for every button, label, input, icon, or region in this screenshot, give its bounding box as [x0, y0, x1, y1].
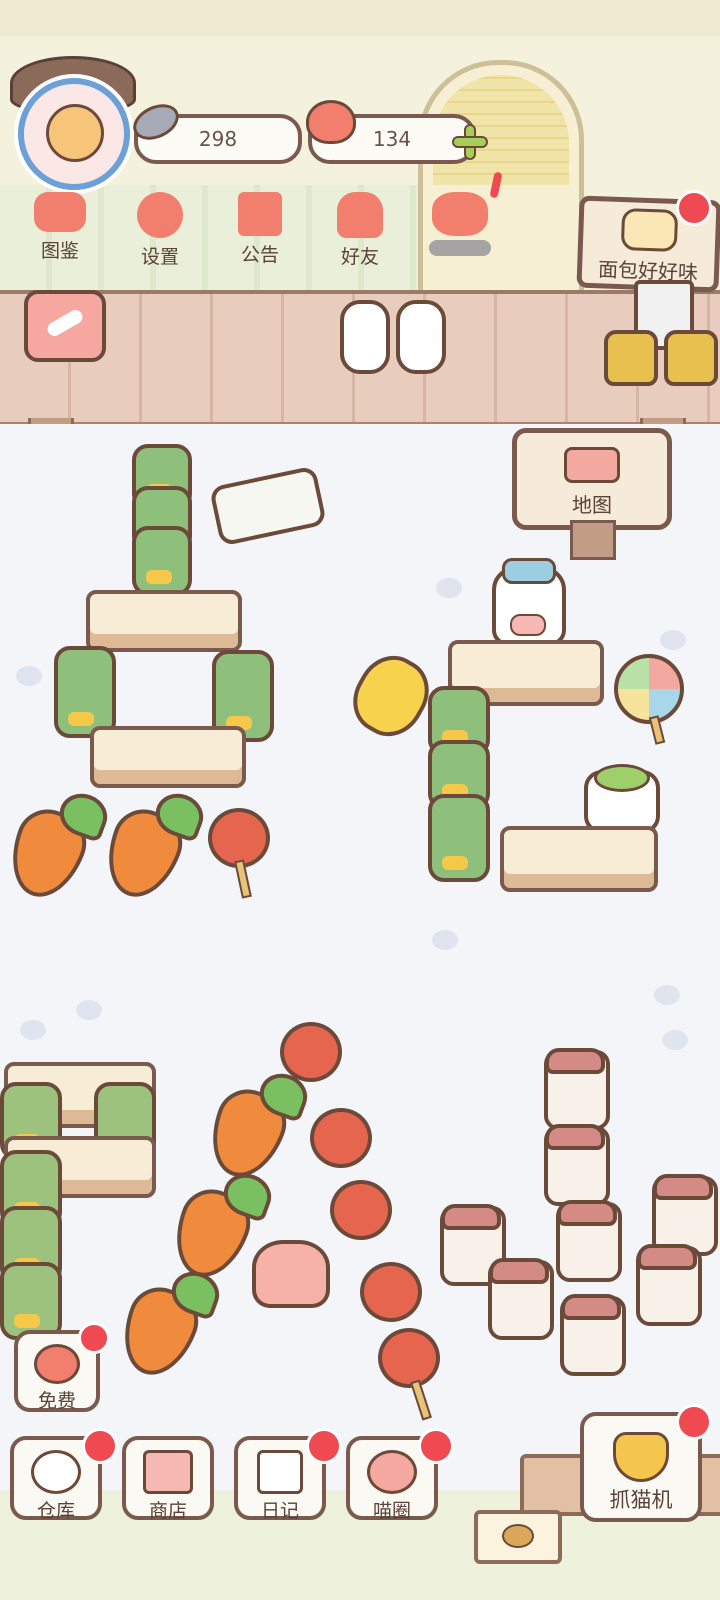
claw-icon: [613, 1432, 669, 1482]
green-crate[interactable]: [54, 646, 116, 738]
nav-diary-label: 日记: [260, 1500, 299, 1522]
paw-print-icon: [432, 930, 458, 950]
fence-icon: [564, 447, 620, 483]
nav-cat-circle-label: 喵圈: [372, 1500, 411, 1522]
menu-settings[interactable]: 设置: [120, 192, 200, 269]
toast-icon: [620, 208, 679, 252]
cat-planet-icon: [367, 1450, 417, 1494]
notification-dot: [82, 1428, 118, 1464]
nav-warehouse-label: 仓库: [36, 1500, 75, 1522]
bottle-cap: [502, 558, 556, 584]
bunny-slipper: [396, 300, 446, 374]
candied-apple[interactable]: [280, 1022, 342, 1082]
boot-icon: [604, 330, 658, 386]
pink-jar[interactable]: [544, 1124, 610, 1206]
player-avatar[interactable]: [18, 78, 130, 190]
sign-post: [570, 520, 616, 560]
green-crate[interactable]: [132, 526, 192, 596]
free-button-label: 免费: [37, 1390, 76, 1412]
candied-apple[interactable]: [330, 1180, 392, 1240]
map-sign-label: 地图: [572, 493, 612, 517]
lollipop[interactable]: [614, 654, 684, 724]
green-crate[interactable]: [428, 794, 490, 882]
hearts-count: 134: [372, 127, 412, 151]
claw-machine-label: 抓猫机: [609, 1488, 673, 1512]
candied-apple[interactable]: [208, 808, 270, 868]
cat-book-icon: [34, 192, 86, 232]
menu-collection[interactable]: 图鉴: [20, 192, 100, 263]
green-crate[interactable]: [0, 1262, 62, 1340]
paw-print-icon: [16, 666, 42, 686]
notification-dot: [306, 1428, 342, 1464]
friends-icon: [337, 192, 383, 238]
calendar-icon[interactable]: [24, 290, 106, 362]
paw-print-icon: [660, 630, 686, 650]
candied-apple[interactable]: [310, 1108, 372, 1168]
map-sign[interactable]: 地图: [512, 428, 672, 530]
wooden-plank[interactable]: [500, 826, 658, 892]
menu-announcements[interactable]: 公告: [220, 192, 300, 267]
notification-dot: [676, 1404, 712, 1440]
warehouse-icon: [31, 1450, 81, 1494]
pink-jar[interactable]: [544, 1048, 610, 1130]
paw-print-icon: [76, 1000, 102, 1020]
matcha-drink[interactable]: [584, 764, 660, 834]
notification-dot: [418, 1428, 454, 1464]
event-progress-bar: [429, 240, 491, 256]
avatar-face: [46, 104, 104, 162]
notification-dot: [78, 1322, 110, 1354]
shop-icon: [143, 1450, 193, 1494]
pink-jar[interactable]: [636, 1244, 702, 1326]
paw-print-icon: [662, 1030, 688, 1050]
menu-event[interactable]: [420, 192, 500, 256]
bunny-slipper: [340, 300, 390, 374]
pink-jar[interactable]: [556, 1200, 622, 1282]
potato-sign: [474, 1510, 562, 1564]
candied-apple[interactable]: [360, 1262, 422, 1322]
menu-settings-label: 设置: [140, 246, 179, 268]
top-strip: [0, 0, 720, 36]
nav-shop[interactable]: 商店: [122, 1436, 214, 1522]
notification-dot: [676, 190, 712, 226]
paw-print-icon: [20, 1020, 46, 1040]
potato-icon: [502, 1524, 534, 1548]
hearts-event-icon: [432, 192, 488, 236]
heart-icon: [34, 1344, 80, 1384]
wooden-plank[interactable]: [86, 590, 242, 652]
candied-apple[interactable]: [378, 1328, 440, 1388]
menu-friends[interactable]: 好友: [320, 192, 400, 269]
eraser-mark: [45, 307, 85, 339]
wooden-plank[interactable]: [90, 726, 246, 788]
cow-nose: [510, 614, 546, 636]
paw-print-icon: [654, 985, 680, 1005]
gear-icon: [137, 192, 183, 238]
menu-announcements-label: 公告: [240, 244, 279, 266]
heart-icon: [306, 100, 356, 144]
pink-jar[interactable]: [488, 1258, 554, 1340]
jelly-pudding[interactable]: [252, 1240, 330, 1308]
milk-bottle[interactable]: [492, 558, 566, 646]
boot-icon: [664, 330, 718, 386]
matcha-top: [594, 764, 650, 792]
fish-count: 298: [198, 127, 238, 151]
nav-shop-label: 商店: [148, 1500, 187, 1522]
menu-collection-label: 图鉴: [40, 240, 79, 262]
plus-icon[interactable]: [452, 124, 488, 160]
gift-icon: [238, 192, 282, 236]
pink-jar[interactable]: [560, 1294, 626, 1376]
menu-friends-label: 好友: [340, 246, 379, 268]
diary-icon: [257, 1450, 303, 1494]
paw-print-icon: [436, 578, 462, 598]
